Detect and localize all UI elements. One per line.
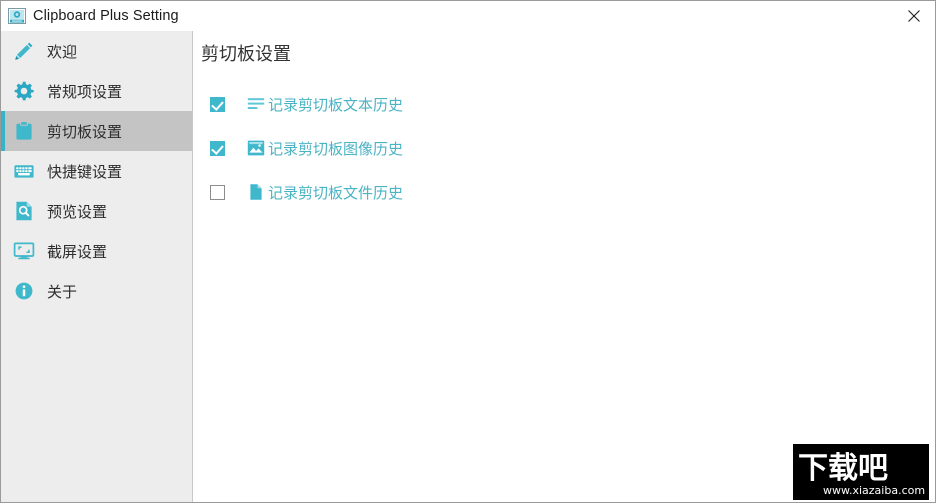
gear-icon (14, 81, 34, 101)
site-watermark: 下载吧 www.xiazaiba.com (793, 444, 929, 500)
page-title: 剪切板设置 (201, 44, 291, 64)
app-window: Clipboard Plus Setting 欢迎 常规项设置 剪切板设置 快捷… (0, 0, 936, 503)
sidebar-item-welcome[interactable]: 欢迎 (1, 31, 192, 71)
monitor-icon (13, 242, 35, 260)
watermark-url-text: www.xiazaiba.com (823, 484, 925, 497)
option-label: 记录剪切板图像历史 (268, 140, 404, 158)
option-row-file-history[interactable]: 记录剪切板文件历史 (201, 170, 761, 214)
clipboard-icon (16, 121, 32, 140)
option-label: 记录剪切板文本历史 (268, 96, 404, 114)
sidebar-item-label: 剪切板设置 (47, 123, 123, 141)
sidebar-item-label: 截屏设置 (47, 243, 108, 261)
title-bar: Clipboard Plus Setting (1, 1, 935, 31)
sidebar-item-clipboard[interactable]: 剪切板设置 (1, 111, 192, 151)
checkbox-file-history[interactable] (210, 184, 225, 200)
file-icon (250, 184, 262, 200)
option-row-image-history[interactable]: 记录剪切板图像历史 (201, 126, 761, 170)
sidebar-item-label: 关于 (47, 283, 78, 301)
sidebar-item-label: 快捷键设置 (47, 163, 123, 181)
checkbox-image-history[interactable] (210, 140, 225, 156)
keyboard-icon (14, 165, 34, 178)
pencil-icon (15, 42, 33, 60)
sidebar-item-label: 常规项设置 (47, 83, 123, 101)
sidebar-item-general[interactable]: 常规项设置 (1, 71, 192, 111)
preview-icon (16, 201, 32, 221)
sidebar-item-preview[interactable]: 预览设置 (1, 191, 192, 231)
main-content: 剪切板设置 记录剪切板文本历史 记录剪切板图像历史 记录剪切板文件历史 (194, 31, 935, 502)
sidebar-item-about[interactable]: 关于 (1, 271, 192, 311)
sidebar-item-label: 预览设置 (47, 203, 108, 221)
text-lines-icon (247, 98, 265, 109)
sidebar-item-hotkey[interactable]: 快捷键设置 (1, 151, 192, 191)
close-icon (908, 10, 920, 22)
option-row-text-history[interactable]: 记录剪切板文本历史 (201, 82, 761, 126)
watermark-logo-text: 下载吧 (798, 451, 888, 486)
image-icon (247, 140, 265, 156)
info-icon (15, 282, 33, 300)
sidebar-item-label: 欢迎 (47, 43, 78, 61)
clipboard-app-icon (8, 8, 26, 24)
window-title: Clipboard Plus Setting (33, 8, 179, 24)
clipboard-options-list: 记录剪切板文本历史 记录剪切板图像历史 记录剪切板文件历史 (201, 82, 761, 214)
checkbox-text-history[interactable] (210, 96, 225, 112)
close-button[interactable] (891, 1, 935, 31)
sidebar-item-capture[interactable]: 截屏设置 (1, 231, 192, 271)
sidebar: 欢迎 常规项设置 剪切板设置 快捷键设置 预览设置 截屏设置 关于 (1, 31, 193, 502)
option-label: 记录剪切板文件历史 (268, 184, 404, 202)
